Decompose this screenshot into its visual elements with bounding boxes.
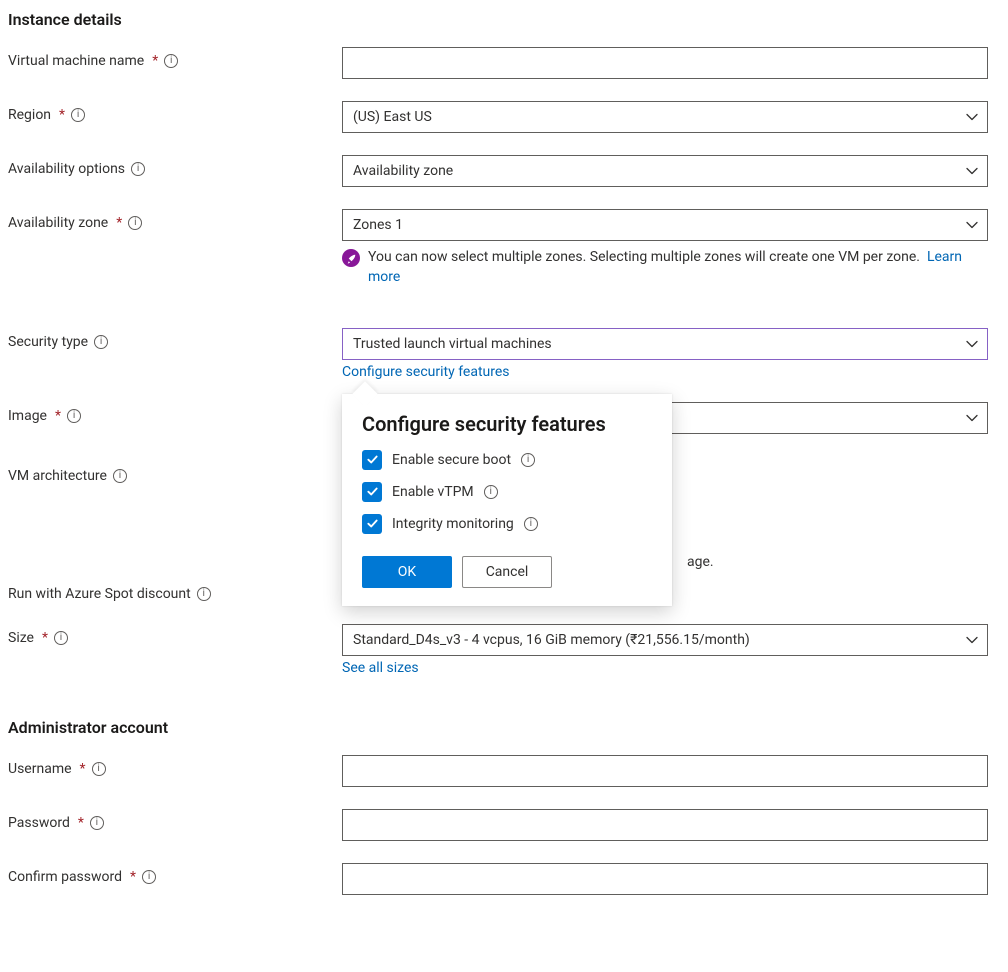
required-star: * — [152, 53, 158, 69]
info-icon[interactable]: i — [131, 162, 145, 176]
callout-ok-button[interactable]: OK — [362, 556, 452, 588]
info-icon[interactable]: i — [484, 485, 498, 499]
info-icon[interactable]: i — [197, 587, 211, 601]
zones-hint-text: You can now select multiple zones. Selec… — [368, 249, 920, 265]
label-spot-discount: Run with Azure Spot discount — [8, 586, 191, 602]
label-security-type: Security type — [8, 334, 88, 350]
required-star: * — [116, 215, 122, 231]
required-star: * — [130, 869, 136, 885]
required-star: * — [80, 761, 86, 777]
info-icon[interactable]: i — [71, 108, 85, 122]
label-image: Image — [8, 408, 47, 424]
chevron-down-icon — [965, 218, 979, 232]
info-icon[interactable]: i — [164, 54, 178, 68]
availability-zone-hint: You can now select multiple zones. Selec… — [342, 247, 988, 288]
label-vm-architecture: VM architecture — [8, 468, 107, 484]
integrity-monitoring-checkbox[interactable] — [362, 514, 382, 534]
configure-security-callout: Configure security features Enable secur… — [342, 394, 672, 606]
info-icon[interactable]: i — [524, 517, 538, 531]
chevron-down-icon — [965, 164, 979, 178]
section-admin-account: Administrator account — [8, 718, 1000, 737]
vm-name-input[interactable] — [342, 47, 988, 79]
info-icon[interactable]: i — [92, 762, 106, 776]
label-vm-name: Virtual machine name — [8, 53, 144, 69]
chevron-down-icon — [965, 633, 979, 647]
vtpm-checkbox[interactable] — [362, 482, 382, 502]
secure-boot-label: Enable secure boot — [392, 452, 511, 468]
availability-options-select[interactable]: Availability zone — [342, 155, 988, 187]
info-icon[interactable]: i — [90, 816, 104, 830]
required-star: * — [78, 815, 84, 831]
label-availability-options: Availability options — [8, 161, 125, 177]
rocket-icon — [342, 249, 360, 267]
info-icon[interactable]: i — [128, 216, 142, 230]
confirm-password-input[interactable] — [342, 863, 988, 895]
info-icon[interactable]: i — [113, 469, 127, 483]
info-icon[interactable]: i — [67, 409, 81, 423]
availability-zone-select[interactable]: Zones 1 — [342, 209, 988, 241]
callout-title: Configure security features — [362, 412, 652, 436]
info-icon[interactable]: i — [521, 453, 535, 467]
availability-options-value: Availability zone — [353, 163, 453, 179]
label-password: Password — [8, 815, 70, 831]
required-star: * — [55, 408, 61, 424]
integrity-monitoring-label: Integrity monitoring — [392, 516, 514, 532]
region-value: (US) East US — [353, 109, 432, 125]
info-icon[interactable]: i — [94, 335, 108, 349]
arch-hint-peek: age. — [687, 554, 714, 570]
password-input[interactable] — [342, 809, 988, 841]
region-select[interactable]: (US) East US — [342, 101, 988, 133]
callout-cancel-button[interactable]: Cancel — [462, 556, 552, 588]
label-confirm-password: Confirm password — [8, 869, 122, 885]
security-type-value: Trusted launch virtual machines — [353, 336, 552, 352]
configure-security-link[interactable]: Configure security features — [342, 364, 510, 380]
label-username: Username — [8, 761, 72, 777]
security-type-select[interactable]: Trusted launch virtual machines — [342, 328, 988, 360]
availability-zone-value: Zones 1 — [353, 217, 403, 233]
section-instance-details: Instance details — [8, 10, 1000, 29]
size-select[interactable]: Standard_D4s_v3 - 4 vcpus, 16 GiB memory… — [342, 624, 988, 656]
label-size: Size — [8, 630, 34, 646]
label-availability-zone: Availability zone — [8, 215, 108, 231]
chevron-down-icon — [965, 337, 979, 351]
secure-boot-checkbox[interactable] — [362, 450, 382, 470]
label-region: Region — [8, 107, 51, 123]
chevron-down-icon — [965, 411, 979, 425]
info-icon[interactable]: i — [142, 870, 156, 884]
see-all-sizes-link[interactable]: See all sizes — [342, 660, 419, 676]
chevron-down-icon — [965, 110, 979, 124]
required-star: * — [42, 630, 48, 646]
size-value: Standard_D4s_v3 - 4 vcpus, 16 GiB memory… — [353, 632, 750, 648]
username-input[interactable] — [342, 755, 988, 787]
info-icon[interactable]: i — [54, 631, 68, 645]
required-star: * — [59, 107, 65, 123]
vtpm-label: Enable vTPM — [392, 484, 474, 500]
